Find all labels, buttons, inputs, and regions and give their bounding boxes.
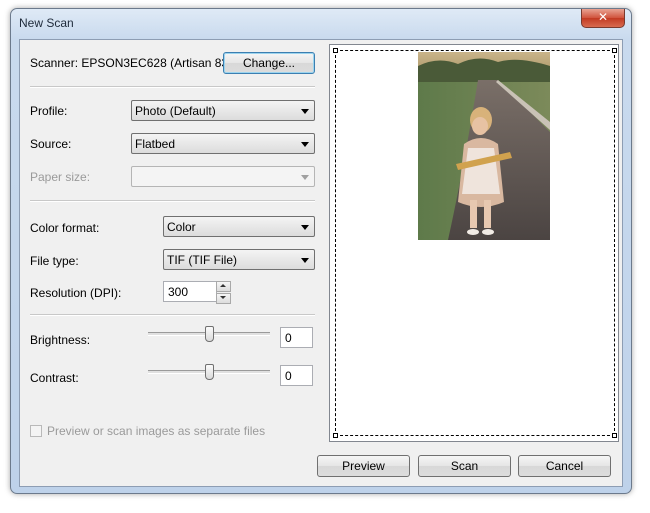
paper-size-dropdown xyxy=(131,166,315,187)
selection-marquee[interactable] xyxy=(335,50,615,436)
resolution-value: 300 xyxy=(168,285,189,299)
separate-files-checkbox xyxy=(30,425,42,437)
spin-up-icon[interactable] xyxy=(216,281,231,292)
file-type-dropdown[interactable]: TIF (TIF File) xyxy=(163,249,315,270)
spin-down-icon[interactable] xyxy=(216,293,231,304)
resize-handle[interactable] xyxy=(612,433,617,438)
file-type-label: File type: xyxy=(30,254,79,268)
contrast-label: Contrast: xyxy=(30,371,79,385)
source-label: Source: xyxy=(30,137,72,151)
resolution-input[interactable]: 300 xyxy=(163,281,217,302)
chevron-down-icon xyxy=(301,175,309,180)
separator xyxy=(30,86,315,88)
contrast-input[interactable]: 0 xyxy=(280,365,313,386)
chevron-down-icon xyxy=(301,225,309,230)
color-format-dropdown[interactable]: Color xyxy=(163,216,315,237)
scan-button[interactable]: Scan xyxy=(418,455,511,477)
separator xyxy=(30,200,315,202)
resize-handle[interactable] xyxy=(333,433,338,438)
scanner-label: Scanner: EPSON3EC628 (Artisan 837) xyxy=(30,56,239,70)
resolution-spinner[interactable] xyxy=(216,281,231,304)
paper-size-label: Paper size: xyxy=(30,170,91,184)
preview-button[interactable]: Preview xyxy=(317,455,410,477)
new-scan-dialog: New Scan ✕ Scanner: EPSON3EC628 (Artisan… xyxy=(10,8,632,494)
profile-dropdown[interactable]: Photo (Default) xyxy=(131,100,315,121)
brightness-label: Brightness: xyxy=(30,333,91,347)
scan-preview-area[interactable] xyxy=(329,44,619,442)
cancel-button[interactable]: Cancel xyxy=(518,455,611,477)
brightness-value: 0 xyxy=(285,331,292,345)
window-title: New Scan xyxy=(19,16,74,30)
separator xyxy=(30,314,315,316)
resize-handle[interactable] xyxy=(612,48,617,53)
file-type-value: TIF (TIF File) xyxy=(167,253,237,267)
change-scanner-button[interactable]: Change... xyxy=(223,52,315,74)
chevron-down-icon xyxy=(301,258,309,263)
source-dropdown[interactable]: Flatbed xyxy=(131,133,315,154)
contrast-value: 0 xyxy=(285,369,292,383)
chevron-down-icon xyxy=(301,109,309,114)
brightness-input[interactable]: 0 xyxy=(280,327,313,348)
separate-files-label: Preview or scan images as separate files xyxy=(47,424,266,438)
close-icon: ✕ xyxy=(597,10,609,24)
profile-label: Profile: xyxy=(30,104,68,118)
color-format-label: Color format: xyxy=(30,221,100,235)
source-value: Flatbed xyxy=(135,137,176,151)
chevron-down-icon xyxy=(301,142,309,147)
resize-handle[interactable] xyxy=(333,48,338,53)
profile-value: Photo (Default) xyxy=(135,104,216,118)
color-format-value: Color xyxy=(167,220,196,234)
brightness-slider-thumb[interactable] xyxy=(204,326,214,342)
close-button[interactable]: ✕ xyxy=(581,9,625,28)
contrast-slider-thumb[interactable] xyxy=(204,364,214,380)
dialog-body: Scanner: EPSON3EC628 (Artisan 837) Chang… xyxy=(19,39,623,487)
resolution-label: Resolution (DPI): xyxy=(30,286,122,300)
